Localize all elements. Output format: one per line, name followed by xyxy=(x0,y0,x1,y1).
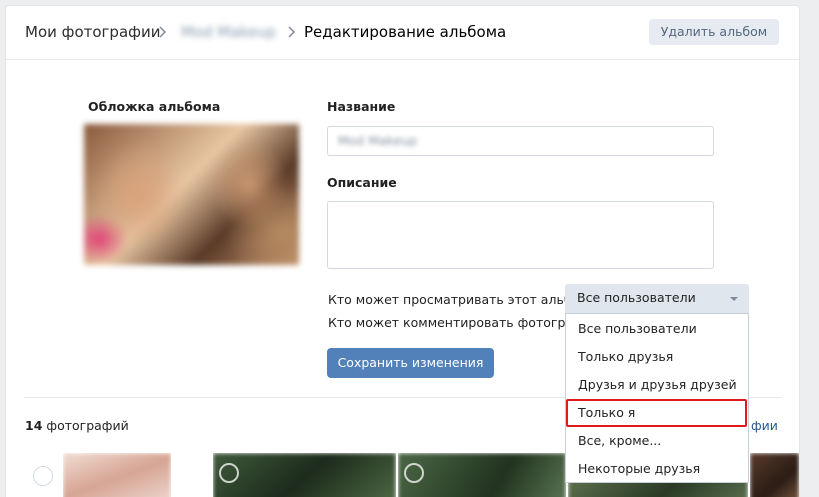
album-name-input[interactable]: Mod Makeup xyxy=(327,126,714,156)
photo-count-label: фотографий xyxy=(42,418,129,433)
select-circle-icon[interactable] xyxy=(404,463,424,483)
select-circle-icon[interactable] xyxy=(33,466,53,486)
highlight-box xyxy=(566,399,747,427)
photo-count: 14 фотографий xyxy=(25,418,129,433)
photo-thumbnail[interactable] xyxy=(63,453,171,497)
privacy-option[interactable]: Все, кроме... xyxy=(566,428,748,456)
description-label: Описание xyxy=(327,175,397,190)
privacy-option[interactable]: Все пользователи xyxy=(566,316,748,344)
privacy-select[interactable]: Все пользователи xyxy=(565,284,749,314)
select-circle-icon[interactable] xyxy=(219,463,239,483)
privacy-option[interactable]: Некоторые друзья xyxy=(566,456,748,484)
breadcrumb: Мои фотографии Mod Makeup Редактирование… xyxy=(6,6,799,60)
breadcrumb-album[interactable]: Mod Makeup xyxy=(181,23,276,41)
name-label: Название xyxy=(327,99,396,114)
privacy-selected-value: Все пользователи xyxy=(577,290,696,305)
album-cover-image[interactable] xyxy=(84,124,299,265)
privacy-dropdown: Все пользователи Только друзья Друзья и … xyxy=(565,313,749,483)
photos-link[interactable]: фии xyxy=(751,418,778,433)
breadcrumb-my-photos[interactable]: Мои фотографии xyxy=(25,23,160,41)
chevron-right-icon xyxy=(158,23,168,41)
page-title: Редактирование альбома xyxy=(304,23,507,41)
caret-down-icon xyxy=(730,297,738,301)
save-changes-button[interactable]: Сохранить изменения xyxy=(327,348,494,378)
privacy-option[interactable]: Только друзья xyxy=(566,344,748,372)
photo-count-number: 14 xyxy=(25,418,43,433)
album-name-value: Mod Makeup xyxy=(338,133,418,148)
album-edit-card: Мои фотографии Mod Makeup Редактирование… xyxy=(5,5,800,497)
cover-label: Обложка альбома xyxy=(88,99,221,114)
photo-thumbnail[interactable] xyxy=(213,453,396,497)
delete-album-button[interactable]: Удалить альбом xyxy=(649,19,779,45)
view-privacy-label: Кто может просматривать этот альбом? xyxy=(328,292,596,307)
album-description-input[interactable] xyxy=(327,201,714,269)
photo-thumbnail[interactable] xyxy=(750,453,799,497)
chevron-right-icon xyxy=(287,23,297,41)
photo-thumbnail[interactable] xyxy=(398,453,566,497)
privacy-option[interactable]: Друзья и друзья друзей xyxy=(566,372,748,400)
